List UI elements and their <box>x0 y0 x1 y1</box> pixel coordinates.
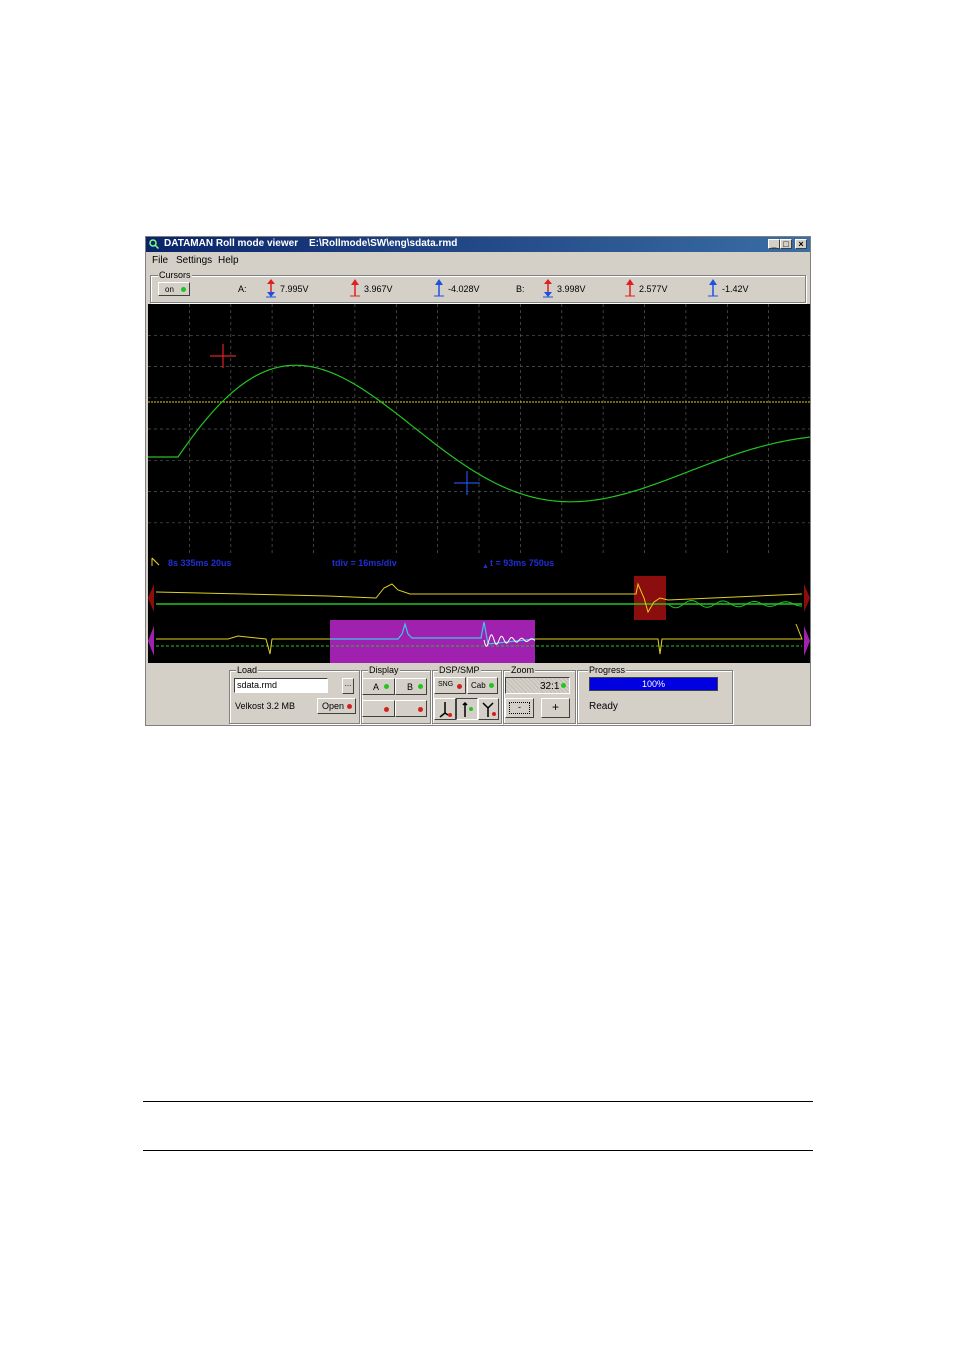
overview-strip-a[interactable] <box>148 576 810 620</box>
title-bar[interactable]: DATAMAN Roll mode viewer E:\Rollmode\SW\… <box>146 237 810 252</box>
browse-button[interactable]: ... <box>342 678 354 694</box>
position-marker-icon <box>151 557 160 566</box>
filename-input[interactable]: sdata.rmd <box>234 678 328 693</box>
zoom-out-button[interactable]: - <box>505 698 534 718</box>
cursor-delta-time: t = 93ms 750us <box>490 558 555 568</box>
blue-cursor-arrow-icon <box>434 279 444 297</box>
sng-button[interactable]: SNG <box>434 677 466 694</box>
progress-group-label: Progress <box>588 665 627 675</box>
horizontal-rule-bottom <box>143 1150 813 1151</box>
maximize-button[interactable]: □ <box>780 239 792 249</box>
cursor-a-delta: 7.995V <box>280 284 309 294</box>
rising-edge-icon <box>482 702 496 717</box>
cursors-toggle-label: on <box>165 285 174 294</box>
display-d-led <box>418 707 423 712</box>
cursor-a-red: 3.967V <box>364 284 393 294</box>
cursor-a-blue: -4.028V <box>448 284 480 294</box>
control-panel: Load sdata.rmd ... Velkost 3.2 MB Open D… <box>146 664 810 726</box>
falling-edge-icon <box>439 702 452 718</box>
cursors-bar: Cursors on A: 7.995V 3.967V -4.028V B: 3… <box>146 269 810 303</box>
window-file-path: E:\Rollmode\SW\eng\sdata.rmd <box>309 238 458 249</box>
display-a-led <box>384 684 389 689</box>
open-button[interactable]: Open <box>317 698 356 714</box>
cab-button[interactable]: Cab <box>467 677 498 694</box>
cursor-b-label: B: <box>516 284 525 294</box>
selection-highlight[interactable] <box>330 620 535 663</box>
progress-bar: 100% <box>589 677 718 691</box>
zoom-led <box>561 683 566 688</box>
blue-cursor-arrow-icon <box>708 279 718 297</box>
progress-text: 100% <box>641 679 666 689</box>
display-group-label: Display <box>368 665 400 675</box>
zoom-ratio-display[interactable]: 32:1 <box>505 677 570 694</box>
cursor-b-blue: -1.42V <box>722 284 749 294</box>
delta-arrow-icon <box>543 279 553 298</box>
right-scroll-icon[interactable] <box>804 584 810 612</box>
window-title: DATAMAN Roll mode viewer <box>164 238 299 249</box>
open-led <box>347 704 352 709</box>
cursors-led <box>181 287 186 292</box>
display-b-button[interactable]: B <box>395 678 427 695</box>
left-scroll-icon[interactable] <box>148 626 154 656</box>
display-d-button[interactable] <box>395 700 427 717</box>
delta-arrow-icon <box>266 279 276 298</box>
cursors-group-label: Cursors <box>158 270 192 280</box>
scope-display[interactable] <box>148 304 810 554</box>
cursors-toggle-button[interactable]: on <box>158 282 190 296</box>
load-group-label: Load <box>236 665 259 675</box>
horizontal-rule-top <box>143 1101 813 1102</box>
zoom-in-button[interactable]: + <box>541 698 570 718</box>
menu-settings[interactable]: Settings <box>176 255 212 266</box>
time-per-division: tdiv = 16ms/div <box>332 558 397 568</box>
time-status-bar: 8s 335ms 20us tdiv = 16ms/div ▲ t = 93ms… <box>148 554 810 576</box>
app-window: DATAMAN Roll mode viewer E:\Rollmode\SW\… <box>145 236 811 726</box>
magnifier-app-icon <box>149 239 159 249</box>
display-b-led <box>418 684 423 689</box>
channel-a-trace <box>148 364 810 503</box>
display-a-button[interactable]: A <box>362 678 395 695</box>
trigger-falling-button[interactable] <box>434 698 456 720</box>
time-position: 8s 335ms 20us <box>168 558 232 568</box>
scope-grid <box>148 304 810 554</box>
file-size: Velkost 3.2 MB <box>235 701 296 711</box>
close-button[interactable]: × <box>795 239 807 249</box>
right-scroll-icon[interactable] <box>804 626 810 656</box>
overview-strip-b[interactable] <box>148 620 810 663</box>
display-c-led <box>384 707 389 712</box>
trigger-rising-button[interactable] <box>478 698 499 720</box>
display-c-button[interactable] <box>362 700 395 717</box>
progress-state: Ready <box>589 701 618 712</box>
menu-help[interactable]: Help <box>218 255 239 266</box>
left-scroll-icon[interactable] <box>148 584 154 612</box>
menu-bar: File Settings Help <box>146 253 810 268</box>
delta-marker: ▲ <box>482 563 489 570</box>
menu-file[interactable]: File <box>152 255 168 266</box>
red-cursor-arrow-icon <box>625 279 635 297</box>
zoom-group-label: Zoom <box>510 665 536 675</box>
red-cursor-arrow-icon <box>350 279 360 297</box>
sng-led <box>457 684 462 689</box>
cursor-b-delta: 3.998V <box>557 284 586 294</box>
dsp-group-label: DSP/SMP <box>438 665 481 675</box>
blue-cursor-crosshair[interactable] <box>454 471 480 495</box>
trigger-level-button[interactable] <box>456 698 478 720</box>
red-cursor-crosshair[interactable] <box>210 344 236 368</box>
overview-yellow-trace <box>155 582 803 614</box>
cursor-a-label: A: <box>238 284 247 294</box>
minimize-button[interactable]: _ <box>768 239 780 249</box>
level-trigger-icon <box>462 701 473 717</box>
cursor-b-red: 2.577V <box>639 284 668 294</box>
cab-led <box>489 683 494 688</box>
